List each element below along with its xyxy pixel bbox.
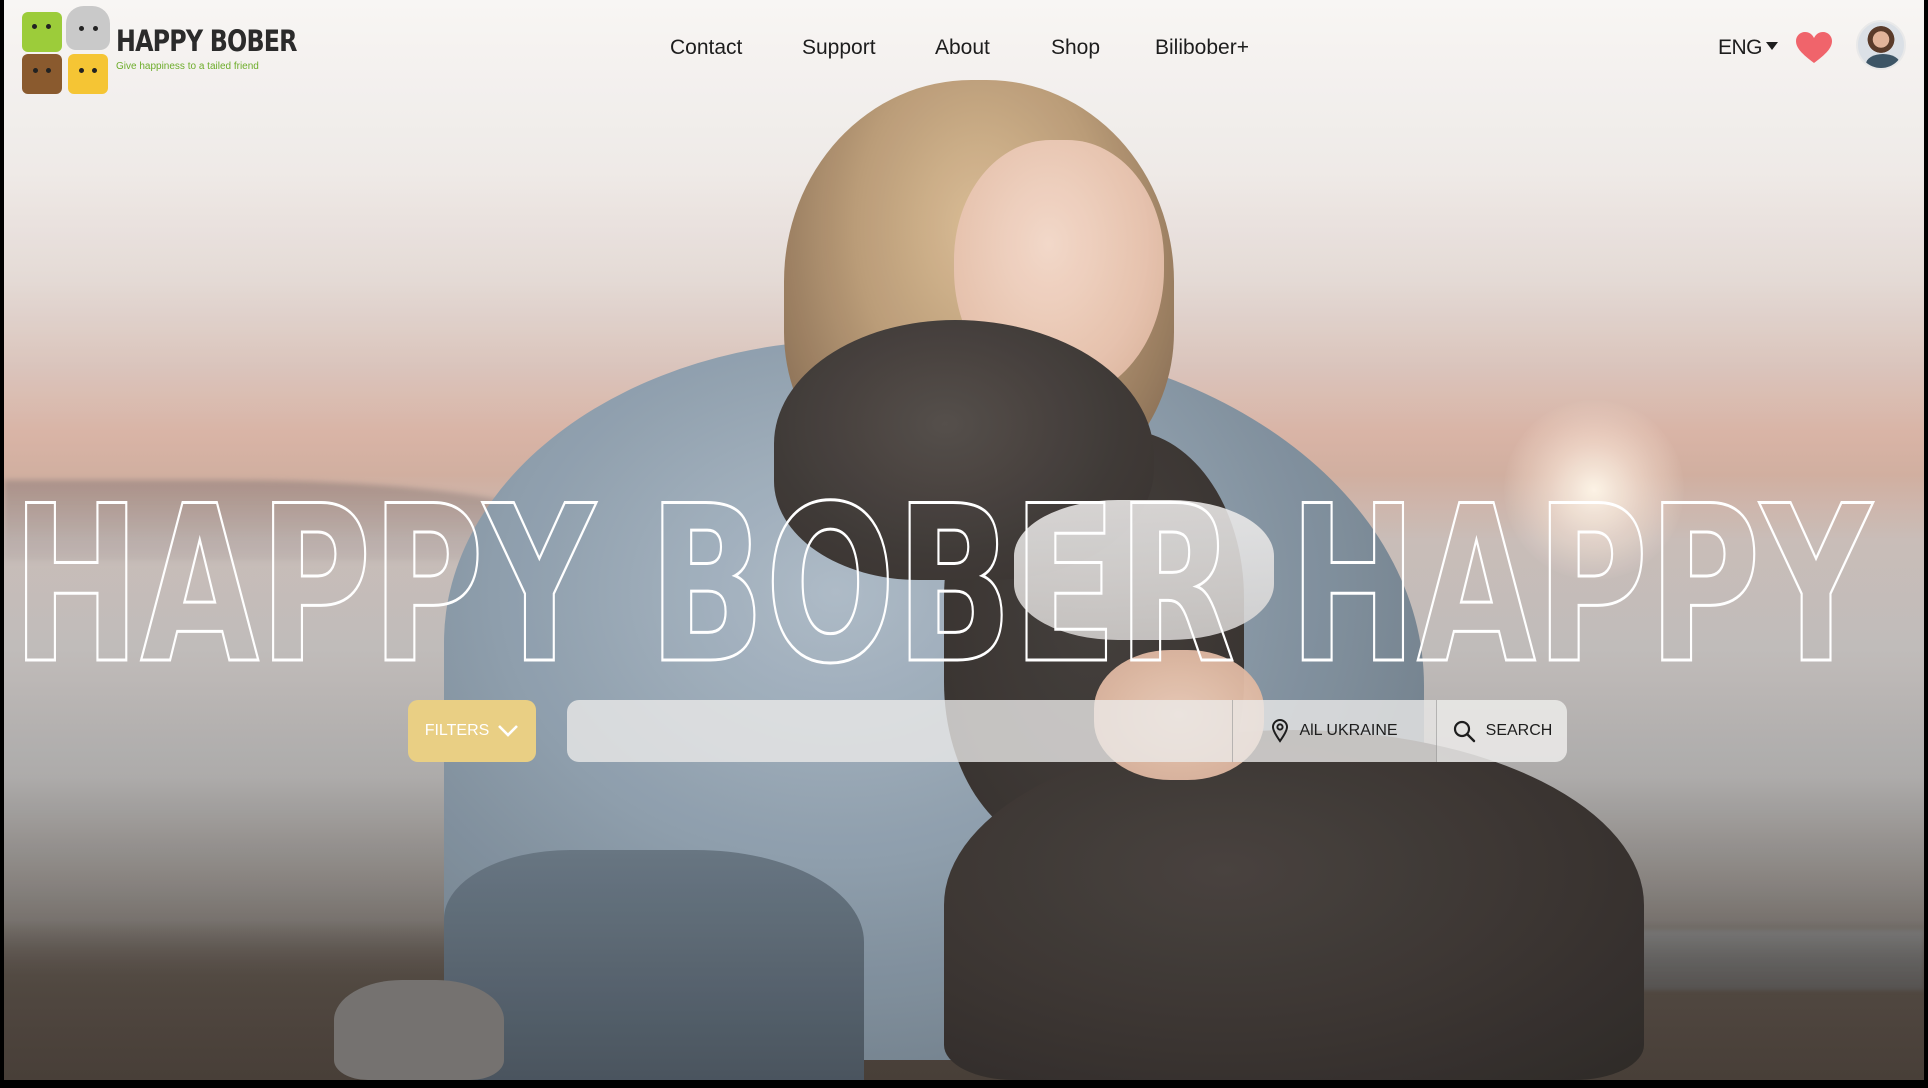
search-icon xyxy=(1453,720,1475,743)
search-bar: AlL UKRAINE SEARCH xyxy=(567,700,1567,762)
hero-headline-svg: HAPPY BOBER HAPPY BOBER xyxy=(11,470,1928,680)
avatar-shirt xyxy=(1866,54,1900,68)
language-selector[interactable]: ENG xyxy=(1718,36,1779,60)
language-label: ENG xyxy=(1718,36,1763,59)
cat-eye xyxy=(92,68,97,73)
heart-icon[interactable] xyxy=(1796,32,1832,64)
nav-bilibober-plus[interactable]: Bilibober+ xyxy=(1155,36,1249,60)
mouse-eye xyxy=(79,26,84,31)
filters-button[interactable]: FILTERS xyxy=(408,700,536,762)
nav-support[interactable]: Support xyxy=(802,36,876,60)
search-label: SEARCH xyxy=(1485,722,1553,739)
hero-headline-text: HAPPY BOBER HAPPY BOBER xyxy=(12,470,1928,680)
dog-eye xyxy=(33,68,38,73)
chevron-down-icon xyxy=(1766,42,1779,51)
search-button[interactable]: SEARCH xyxy=(1437,700,1567,762)
mouse-eye xyxy=(93,26,98,31)
nav-about[interactable]: About xyxy=(935,36,990,60)
location-pin-icon xyxy=(1272,719,1289,743)
cat-eye xyxy=(79,68,84,73)
nav-contact[interactable]: Contact xyxy=(670,36,742,60)
nav-shop[interactable]: Shop xyxy=(1051,36,1100,60)
location-label: AlL UKRAINE xyxy=(1299,722,1398,739)
dog-eye xyxy=(46,68,51,73)
hero-headline: HAPPY BOBER HAPPY BOBER xyxy=(8,470,1928,680)
filters-label: FILTERS xyxy=(424,722,490,739)
parrot-eye xyxy=(46,24,51,29)
search-input[interactable] xyxy=(567,700,1232,762)
parrot-eye xyxy=(32,24,37,29)
main-nav: Contact Support About Shop Bilibober+ xyxy=(0,36,1928,66)
chevron-down-icon xyxy=(498,725,519,737)
location-selector[interactable]: AlL UKRAINE xyxy=(1233,700,1436,762)
user-avatar[interactable] xyxy=(1856,20,1906,70)
